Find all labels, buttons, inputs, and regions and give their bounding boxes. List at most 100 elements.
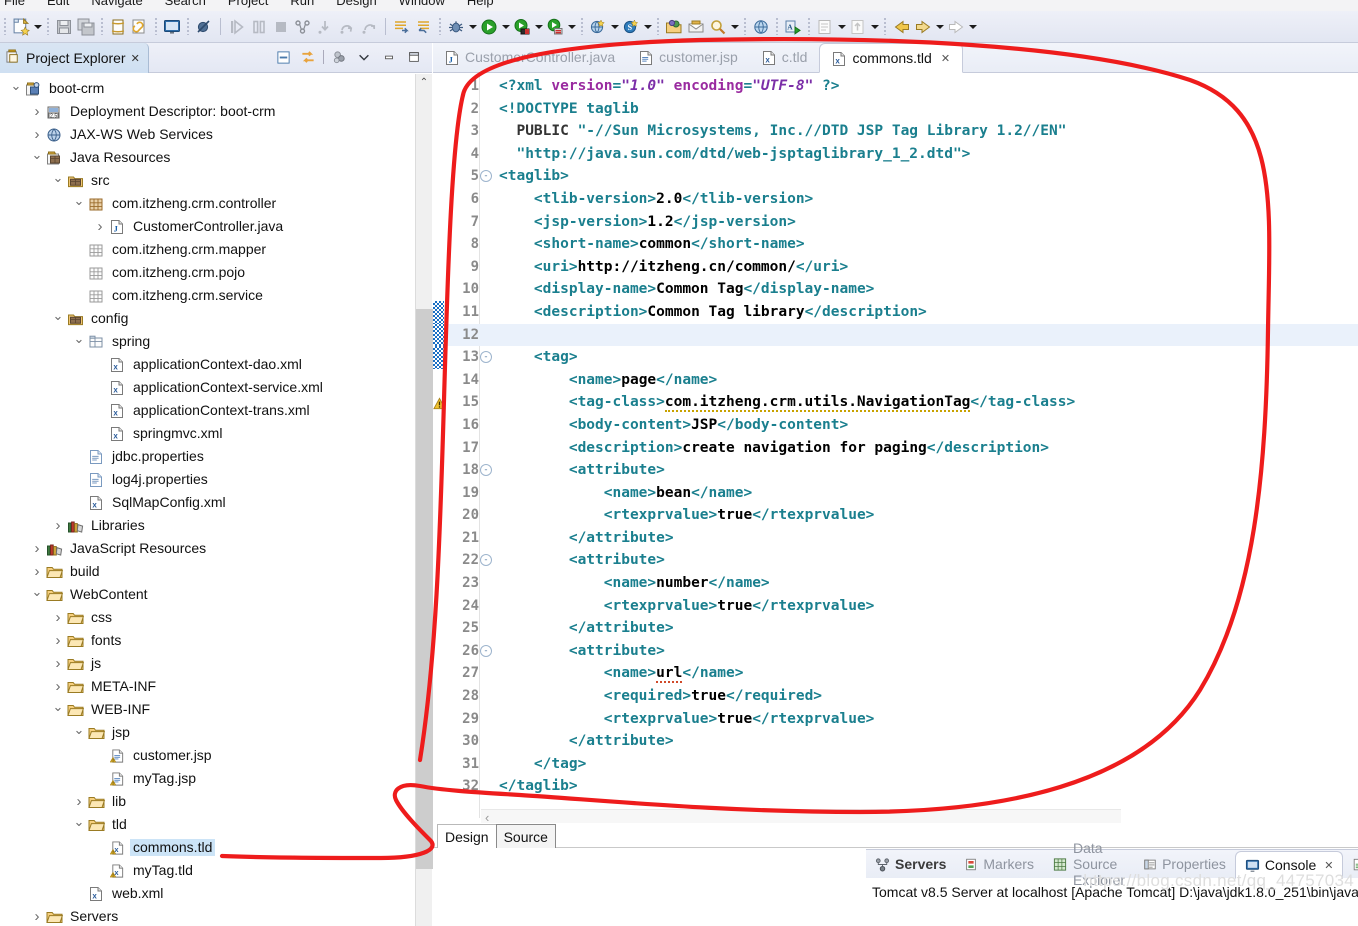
tree-item-jsp[interactable]: jsp — [0, 721, 415, 744]
tree-item-com-itzheng-crm-service[interactable]: com.itzheng.crm.service — [0, 284, 415, 307]
open-perspective-dropdown-arrow[interactable] — [869, 16, 880, 38]
tree-item-webcontent[interactable]: WebContent — [0, 583, 415, 606]
next-edit-icon[interactable] — [945, 16, 967, 38]
code-line[interactable]: 1 <?xml version="1.0" encoding="UTF-8" ?> — [433, 75, 1358, 98]
code-content[interactable]: 1 <?xml version="1.0" encoding="UTF-8" ?>… — [433, 75, 1358, 818]
code-line[interactable]: 17 <description>create navigation for pa… — [433, 437, 1358, 460]
open-perspective-icon[interactable] — [847, 16, 869, 38]
tree-item-com-itzheng-crm-controller[interactable]: com.itzheng.crm.controller — [0, 192, 415, 215]
menu-item-project[interactable]: Project — [228, 0, 268, 8]
code-line[interactable]: 13- <tag> — [433, 346, 1358, 369]
tree-item-tld[interactable]: tld — [0, 813, 415, 836]
open-type-icon[interactable] — [663, 16, 685, 38]
code-line[interactable]: 31 </tag> — [433, 753, 1358, 776]
code-line[interactable]: 12 — [433, 323, 1358, 347]
menu-bar[interactable]: File Edit Navigate Search Project Run De… — [0, 0, 1358, 11]
tree-item-customercontroller-java[interactable]: J CustomerController.java — [0, 215, 415, 238]
toggle-task-dropdown-arrow[interactable] — [836, 16, 847, 38]
code-line[interactable]: 11 <description>Common Tag library</desc… — [433, 300, 1358, 324]
save-all-icon[interactable] — [75, 16, 97, 38]
tab-project-explorer[interactable]: Project Explorer ✕ — [0, 43, 149, 73]
minimize-icon[interactable] — [379, 47, 399, 67]
open-console-icon[interactable] — [161, 16, 183, 38]
code-line[interactable]: 5- <taglib> — [433, 165, 1358, 188]
code-line[interactable]: 29 <rtexprvalue>true</rtexprvalue> — [433, 708, 1358, 731]
tree-item-applicationcontext-service-xml[interactable]: x applicationContext-service.xml — [0, 376, 415, 399]
tree-item-java-resources[interactable]: Java Resources — [0, 146, 415, 169]
bottom-tab-servers[interactable]: Servers — [866, 850, 955, 878]
menu-item-help[interactable]: Help — [467, 0, 494, 8]
maximize-icon[interactable] — [404, 47, 424, 67]
profile-icon[interactable] — [544, 16, 566, 38]
menu-item-design[interactable]: Design — [336, 0, 376, 8]
tree-scrollbar[interactable]: ⌃ — [415, 74, 433, 926]
fold-toggle-icon[interactable]: - — [480, 351, 492, 364]
collapse-all-icon[interactable] — [273, 47, 293, 67]
tree-item-servers[interactable]: Servers — [0, 905, 415, 926]
tree-item-boot-crm[interactable]: boot-crm — [0, 77, 415, 100]
chevron-right-icon[interactable] — [50, 517, 66, 534]
chevron-right-icon[interactable] — [29, 563, 45, 580]
code-line[interactable]: 22- <attribute> — [433, 549, 1358, 572]
step-into-icon[interactable] — [314, 16, 336, 38]
link-icon[interactable] — [129, 16, 151, 38]
tree-item-lib[interactable]: lib — [0, 790, 415, 813]
scrollbar-thumb[interactable] — [416, 309, 433, 869]
code-line[interactable]: 23 <name>number</name> — [433, 572, 1358, 595]
tree-item-js[interactable]: js — [0, 652, 415, 675]
code-line[interactable]: 24 <rtexprvalue>true</rtexprvalue> — [433, 595, 1358, 618]
new-dropdown-arrow[interactable] — [32, 16, 43, 38]
tree-item-fonts[interactable]: fonts — [0, 629, 415, 652]
code-line[interactable]: 26- <attribute> — [433, 640, 1358, 663]
menu-item-run[interactable]: Run — [290, 0, 314, 8]
step-over-icon[interactable] — [336, 16, 358, 38]
tree-item-spring[interactable]: spring — [0, 330, 415, 353]
skip-breakpoints-icon[interactable] — [193, 16, 215, 38]
suspend-icon[interactable] — [248, 16, 270, 38]
chevron-right-icon[interactable] — [29, 103, 45, 120]
fold-toggle-icon[interactable]: - — [480, 554, 492, 567]
close-icon[interactable]: ✕ — [131, 52, 140, 65]
tree-item-jdbc-properties[interactable]: jdbc.properties — [0, 445, 415, 468]
run-server-icon[interactable] — [511, 16, 533, 38]
code-line[interactable]: 30 </attribute> — [433, 730, 1358, 753]
step-return-icon[interactable] — [358, 16, 380, 38]
code-line[interactable]: 25 </attribute> — [433, 617, 1358, 640]
close-icon[interactable]: ✕ — [941, 52, 950, 65]
chevron-down-icon[interactable] — [71, 725, 87, 741]
run-server-dropdown-arrow[interactable] — [533, 16, 544, 38]
editor-tab-customer-jsp[interactable]: customer.jsp — [627, 42, 750, 72]
tree-item-javascript-resources[interactable]: JavaScript Resources — [0, 537, 415, 560]
code-line[interactable]: 7 <jsp-version>1.2</jsp-version> — [433, 211, 1358, 234]
chevron-right-icon[interactable] — [29, 908, 45, 925]
run-icon[interactable] — [478, 16, 500, 38]
code-line[interactable]: 10 <display-name>Common Tag</display-nam… — [433, 278, 1358, 301]
web-browser-icon[interactable] — [750, 16, 772, 38]
code-line[interactable]: 9 <uri>http://itzheng.cn/common/</uri> — [433, 256, 1358, 279]
code-line[interactable]: 16 <body-content>JSP</body-content> — [433, 414, 1358, 437]
debug-icon[interactable] — [445, 16, 467, 38]
profile-dropdown-arrow[interactable] — [566, 16, 577, 38]
menu-item-edit[interactable]: Edit — [47, 0, 69, 8]
view-menu-icon[interactable] — [354, 47, 374, 67]
menu-item-navigate[interactable]: Navigate — [91, 0, 142, 8]
tree-item-com-itzheng-crm-pojo[interactable]: com.itzheng.crm.pojo — [0, 261, 415, 284]
code-line[interactable]: 2 <!DOCTYPE taglib — [433, 98, 1358, 121]
code-line[interactable]: 19 <name>bean</name> — [433, 482, 1358, 505]
tree-item-web-xml[interactable]: x web.xml — [0, 882, 415, 905]
editor-view-tab-source[interactable]: Source — [495, 824, 556, 848]
chevron-down-icon[interactable] — [50, 311, 66, 327]
tree-item-log4j-properties[interactable]: log4j.properties — [0, 468, 415, 491]
tree-item-libraries[interactable]: Libraries — [0, 514, 415, 537]
warning-marker-icon[interactable] — [433, 395, 446, 410]
code-line[interactable]: 6 <tlib-version>2.0</tlib-version> — [433, 188, 1358, 211]
new-java-class-icon[interactable]: A — [782, 16, 804, 38]
code-line[interactable]: 3 PUBLIC "-//Sun Microsystems, Inc.//DTD… — [433, 120, 1358, 143]
tree-item-applicationcontext-dao-xml[interactable]: x applicationContext-dao.xml — [0, 353, 415, 376]
tree-item-meta-inf[interactable]: META-INF — [0, 675, 415, 698]
chevron-down-icon[interactable] — [50, 173, 66, 189]
chevron-right-icon[interactable] — [50, 678, 66, 695]
chevron-right-icon[interactable] — [71, 793, 87, 810]
editor-tab-c-tld[interactable]: x c.tld — [750, 42, 820, 72]
next-edit-dropdown-arrow[interactable] — [967, 16, 978, 38]
